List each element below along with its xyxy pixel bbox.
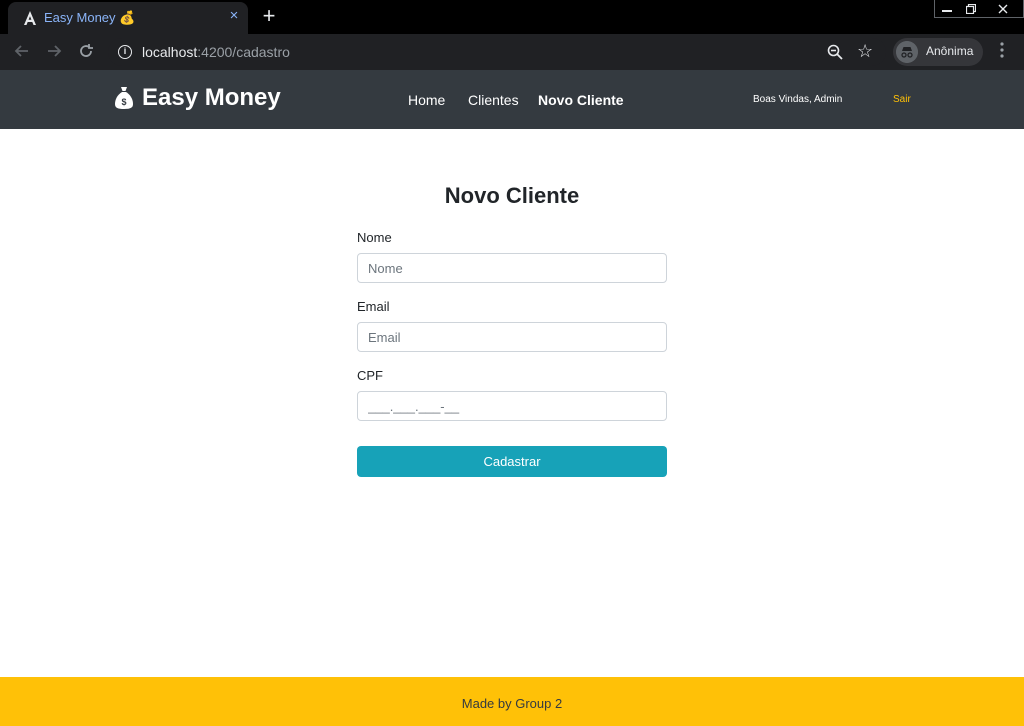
profile-button[interactable]: Anônima	[893, 38, 983, 66]
angular-logo-icon	[24, 11, 36, 25]
page-title: Novo Cliente	[444, 183, 580, 208]
reload-icon[interactable]	[76, 42, 96, 62]
browser-toolbar: i localhost:4200/cadastro ☆ Anônima	[0, 34, 1024, 70]
nome-label: Nome	[357, 230, 392, 245]
money-bag-icon: $	[115, 87, 133, 109]
close-icon	[998, 4, 1008, 13]
profile-label: Anônima	[926, 44, 974, 58]
star-icon[interactable]: ☆	[857, 41, 873, 62]
email-label: Email	[357, 299, 390, 314]
address-bar[interactable]: i localhost:4200/cadastro ☆	[108, 38, 886, 66]
browser-tab[interactable]: Easy Money 💰 ×	[8, 2, 248, 34]
zoom-out-icon[interactable]	[826, 43, 844, 61]
cpf-input[interactable]	[357, 391, 667, 421]
url-host: localhost	[142, 44, 198, 60]
menu-icon[interactable]	[996, 42, 1008, 62]
nav-link-novo-cliente[interactable]: Novo Cliente	[538, 92, 624, 108]
tab-title: Easy Money 💰	[44, 10, 136, 25]
incognito-icon	[896, 41, 918, 63]
close-tab-icon[interactable]: ×	[226, 8, 242, 24]
footer: Made by Group 2	[0, 677, 1024, 726]
cadastrar-button[interactable]: Cadastrar	[357, 446, 667, 477]
browser-tabstrip: Easy Money 💰 × +	[0, 0, 1024, 34]
app-navbar: $ Easy Money Home Clientes Novo Cliente …	[0, 70, 1024, 129]
welcome-text: Boas Vindas, Admin	[753, 94, 843, 105]
url-text[interactable]: localhost:4200/cadastro	[142, 44, 290, 60]
restore-icon	[966, 3, 976, 14]
back-icon[interactable]	[12, 42, 32, 62]
info-icon[interactable]: i	[118, 45, 132, 59]
minimize-button[interactable]	[935, 0, 959, 17]
window-controls	[934, 0, 1024, 18]
nav-link-home[interactable]: Home	[408, 92, 445, 108]
url-path: :4200/cadastro	[197, 44, 290, 60]
restore-button[interactable]	[959, 0, 983, 17]
logout-link[interactable]: Sair	[893, 94, 911, 105]
svg-text:$: $	[121, 97, 126, 107]
brand-title: Easy Money	[142, 84, 281, 111]
email-input[interactable]	[357, 322, 667, 352]
footer-text: Made by Group 2	[461, 696, 563, 711]
close-window-button[interactable]	[983, 0, 1023, 17]
new-tab-button[interactable]: +	[258, 5, 280, 28]
brand[interactable]: $ Easy Money	[114, 84, 281, 112]
nav-link-clientes[interactable]: Clientes	[468, 92, 519, 108]
forward-icon[interactable]	[44, 42, 64, 62]
minimize-icon	[942, 9, 952, 12]
cpf-label: CPF	[357, 368, 383, 383]
nome-input[interactable]	[357, 253, 667, 283]
